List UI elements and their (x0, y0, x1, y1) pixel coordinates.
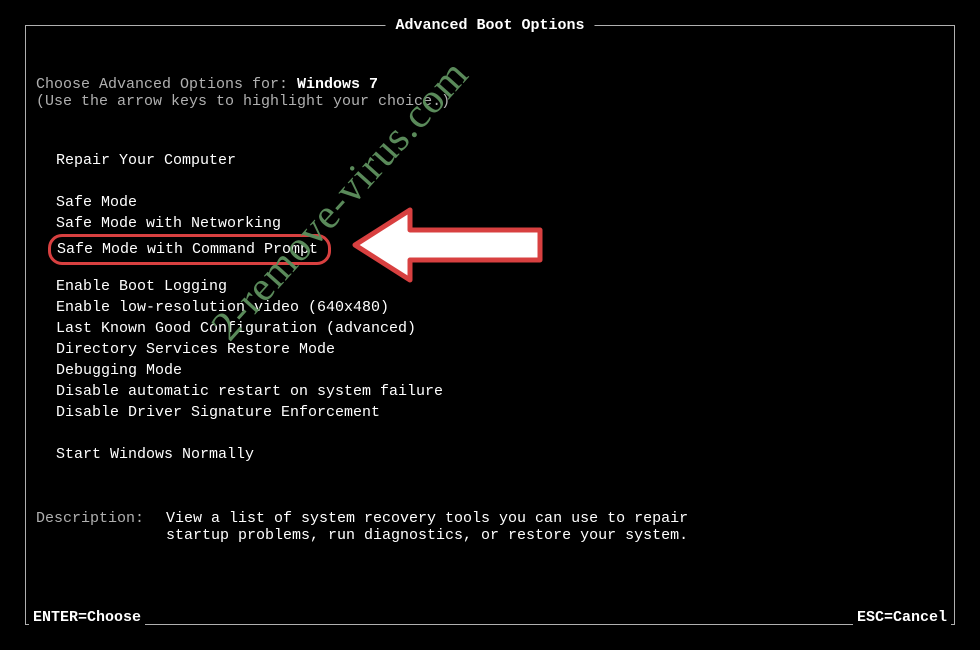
boot-option[interactable]: Debugging Mode (56, 360, 182, 381)
description-line-1: View a list of system recovery tools you… (166, 510, 688, 527)
boot-option-row[interactable]: Safe Mode (56, 192, 944, 213)
boot-option[interactable]: Repair Your Computer (56, 150, 236, 171)
boot-option-row[interactable]: Debugging Mode (56, 360, 944, 381)
boot-option-row[interactable]: Enable low-resolution video (640x480) (56, 297, 944, 318)
boot-option[interactable]: Disable automatic restart on system fail… (56, 381, 443, 402)
description-label: Description: (36, 510, 166, 527)
description-section: Description: View a list of system recov… (36, 510, 944, 544)
boot-option[interactable]: Last Known Good Configuration (advanced) (56, 318, 416, 339)
intro-prefix: Choose Advanced Options for: (36, 76, 297, 93)
intro-instruction: (Use the arrow keys to highlight your ch… (36, 93, 944, 110)
screen-title: Advanced Boot Options (385, 17, 594, 34)
boot-option-row[interactable]: Safe Mode with Command Prompt (56, 234, 944, 255)
boot-option[interactable]: Directory Services Restore Mode (56, 339, 335, 360)
boot-option-row[interactable]: Last Known Good Configuration (advanced) (56, 318, 944, 339)
boot-option[interactable]: Enable Boot Logging (56, 276, 227, 297)
boot-option[interactable]: Safe Mode with Command Prompt (48, 234, 331, 265)
description-line-2: startup problems, run diagnostics, or re… (166, 527, 688, 544)
boot-options-list: Repair Your ComputerSafe ModeSafe Mode w… (36, 150, 944, 465)
boot-option-row[interactable]: Start Windows Normally (56, 444, 944, 465)
boot-options-frame: Advanced Boot Options Choose Advanced Op… (25, 25, 955, 625)
boot-option[interactable]: Safe Mode with Networking (56, 213, 281, 234)
os-name: Windows 7 (297, 76, 378, 93)
boot-option-row[interactable]: Repair Your Computer (56, 150, 944, 171)
intro-section: Choose Advanced Options for: Windows 7 (… (36, 76, 944, 110)
boot-option[interactable]: Disable Driver Signature Enforcement (56, 402, 380, 423)
boot-option-row[interactable]: Disable automatic restart on system fail… (56, 381, 944, 402)
intro-line-1: Choose Advanced Options for: Windows 7 (36, 76, 944, 93)
footer-enter-hint: ENTER=Choose (29, 609, 145, 626)
boot-option[interactable]: Enable low-resolution video (640x480) (56, 297, 389, 318)
boot-option-row[interactable]: Safe Mode with Networking (56, 213, 944, 234)
boot-option-row[interactable]: Directory Services Restore Mode (56, 339, 944, 360)
boot-option-row[interactable]: Disable Driver Signature Enforcement (56, 402, 944, 423)
boot-option[interactable]: Start Windows Normally (56, 444, 254, 465)
footer-bar: ENTER=Choose ESC=Cancel (26, 609, 954, 626)
boot-option-row[interactable]: Enable Boot Logging (56, 276, 944, 297)
footer-esc-hint: ESC=Cancel (853, 609, 951, 626)
content-area: Choose Advanced Options for: Windows 7 (… (26, 26, 954, 544)
boot-option[interactable]: Safe Mode (56, 192, 137, 213)
